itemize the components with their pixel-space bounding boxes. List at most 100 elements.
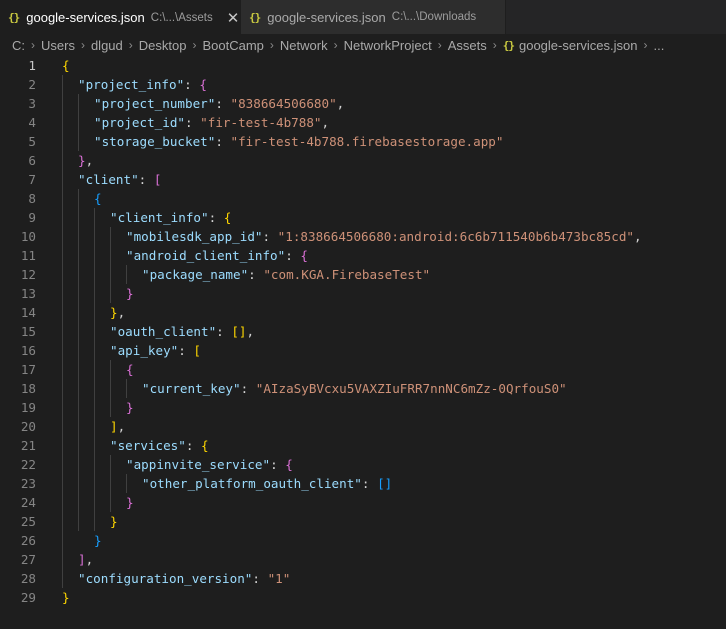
code-text: "mobilesdk_app_id": "1:838664506680:andr…: [126, 229, 642, 244]
code-token: "oauth_client": [110, 324, 217, 339]
code-token: :: [178, 343, 194, 358]
tab-google-services-assets[interactable]: {} google-services.json C:\...\Assets ✕: [0, 0, 240, 34]
code-token: }: [126, 286, 134, 301]
breadcrumb-more[interactable]: ...: [654, 38, 665, 53]
code-token: ,: [117, 305, 126, 320]
line-number: 16: [20, 343, 36, 358]
close-icon[interactable]: ✕: [227, 9, 240, 27]
code-token: {: [62, 58, 70, 73]
code-line[interactable]: 13}: [0, 284, 726, 303]
code-line[interactable]: 1{: [0, 56, 726, 75]
code-token: }: [94, 533, 102, 548]
code-line[interactable]: 3 "project_number": "838664506680",: [0, 94, 726, 113]
code-line[interactable]: 22 "appinvite_service": {: [0, 455, 726, 474]
code-token: {: [94, 191, 102, 206]
breadcrumb-item[interactable]: Network: [280, 38, 328, 53]
breadcrumb-item[interactable]: BootCamp: [202, 38, 263, 53]
line-number: 6: [28, 153, 36, 168]
code-line[interactable]: 15 "oauth_client": [],: [0, 322, 726, 341]
code-token: "storage_bucket": [94, 134, 216, 149]
breadcrumb-item[interactable]: C:: [12, 38, 25, 53]
code-token: :: [185, 438, 201, 453]
code-token: "mobilesdk_app_id": [126, 229, 263, 244]
code-line[interactable]: 27],: [0, 550, 726, 569]
code-line[interactable]: 29}: [0, 588, 726, 607]
code-line[interactable]: 25}: [0, 512, 726, 531]
breadcrumb-item[interactable]: NetworkProject: [344, 38, 432, 53]
json-file-icon: {}: [249, 10, 261, 24]
code-line[interactable]: 28 "configuration_version": "1": [0, 569, 726, 588]
code-line[interactable]: 16 "api_key": [: [0, 341, 726, 360]
code-line[interactable]: 10 "mobilesdk_app_id": "1:838664506680:an…: [0, 227, 726, 246]
code-token: {: [199, 77, 207, 92]
line-number: 2: [28, 77, 36, 92]
code-token: ,: [117, 419, 126, 434]
chevron-right-icon: ›: [333, 38, 338, 52]
code-text: }: [62, 590, 70, 605]
code-token: "1:838664506680:android:6c6b711540b6b473…: [277, 229, 635, 244]
code-token: "fir-test-4b788": [200, 115, 322, 130]
line-number: 4: [28, 115, 36, 130]
line-number: 15: [20, 324, 36, 339]
code-token: ]: [78, 552, 86, 567]
tab-path: C:\...\Downloads: [391, 11, 477, 23]
breadcrumb-item[interactable]: dlgud: [91, 38, 123, 53]
code-line[interactable]: 2 "project_info": {: [0, 75, 726, 94]
line-number: 19: [20, 400, 36, 415]
code-line[interactable]: 18 "current_key": "AIzaSyBVcxu5VAXZIuFRR7…: [0, 379, 726, 398]
code-line[interactable]: 20],: [0, 417, 726, 436]
line-number: 25: [20, 514, 36, 529]
code-editor[interactable]: 1{2 "project_info": {3 "project_number": "…: [0, 56, 726, 629]
line-number: 5: [28, 134, 36, 149]
line-number: 8: [28, 191, 36, 206]
breadcrumb-item[interactable]: Assets: [448, 38, 487, 53]
code-line[interactable]: 7 "client": [: [0, 170, 726, 189]
code-text: {: [126, 362, 134, 377]
code-line[interactable]: 24}: [0, 493, 726, 512]
code-text: "api_key": [: [110, 343, 201, 358]
chevron-right-icon: ›: [192, 38, 197, 52]
breadcrumb-item[interactable]: Users: [41, 38, 75, 53]
code-line[interactable]: 11 "android_client_info": {: [0, 246, 726, 265]
code-text: {: [62, 58, 70, 73]
code-line[interactable]: 23 "other_platform_oauth_client": []: [0, 474, 726, 493]
breadcrumb-file-label: google-services.json: [518, 37, 638, 53]
code-line[interactable]: 14},: [0, 303, 726, 322]
code-line[interactable]: 26}: [0, 531, 726, 550]
chevron-right-icon: ›: [437, 38, 442, 52]
code-line[interactable]: 4 "project_id": "fir-test-4b788",: [0, 113, 726, 132]
code-token: :: [215, 96, 231, 111]
code-text: "services": {: [110, 438, 209, 453]
tab-path: C:\...\Assets: [150, 11, 213, 24]
code-token: "android_client_info": [126, 248, 286, 263]
code-token: {: [300, 248, 308, 263]
line-number: 22: [20, 457, 36, 472]
code-line[interactable]: 17 {: [0, 360, 726, 379]
code-token: "client": [78, 172, 139, 187]
code-line[interactable]: 12 "package_name": "com.KGA.FirebaseTest": [0, 265, 726, 284]
code-text: "client_info": {: [110, 210, 231, 225]
code-token: }: [78, 153, 86, 168]
line-number: 1: [28, 58, 36, 73]
code-line[interactable]: 8{: [0, 189, 726, 208]
line-number: 13: [20, 286, 36, 301]
chevron-right-icon: ›: [31, 38, 35, 52]
code-token: {: [201, 438, 209, 453]
chevron-right-icon: ›: [269, 38, 274, 52]
code-token: []: [231, 324, 247, 339]
code-line[interactable]: 21 "services": {: [0, 436, 726, 455]
code-token: [: [193, 343, 202, 358]
code-line[interactable]: 5 "storage_bucket": "fir-test-4b788.fireb…: [0, 132, 726, 151]
code-line[interactable]: 9 "client_info": {: [0, 208, 726, 227]
code-line[interactable]: 6},: [0, 151, 726, 170]
breadcrumb-file[interactable]: {} google-services.json: [503, 38, 638, 53]
code-text: "oauth_client": [],: [110, 324, 254, 339]
code-token: :: [138, 172, 154, 187]
line-number: 12: [20, 267, 36, 282]
code-text: }: [126, 400, 134, 415]
json-file-icon: {}: [502, 38, 515, 52]
chevron-right-icon: ›: [643, 38, 648, 52]
breadcrumb-item[interactable]: Desktop: [139, 38, 187, 53]
code-line[interactable]: 19}: [0, 398, 726, 417]
tab-google-services-downloads[interactable]: {} google-services.json C:\...\Downloads: [240, 0, 506, 34]
